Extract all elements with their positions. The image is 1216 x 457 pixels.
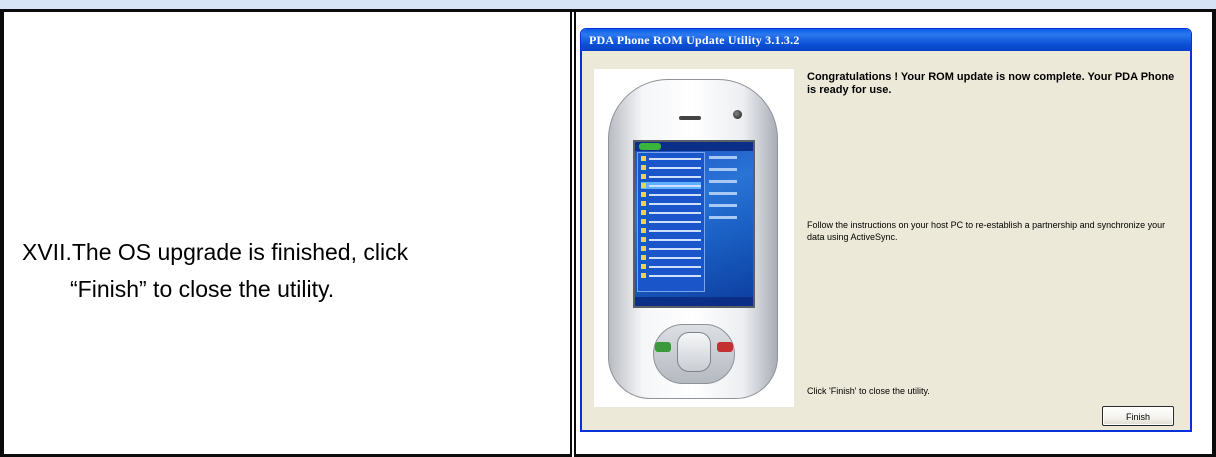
phone-dpad-icon bbox=[677, 332, 711, 372]
screen-topbar bbox=[635, 142, 753, 151]
call-key-icon bbox=[655, 342, 671, 352]
cell-divider bbox=[570, 12, 576, 457]
finish-hint: Click 'Finish' to close the utility. bbox=[807, 386, 930, 396]
start-menu-graphic bbox=[637, 152, 705, 292]
phone-screen bbox=[633, 140, 755, 308]
window-title: PDA Phone ROM Update Utility 3.1.3.2 bbox=[581, 29, 1191, 51]
activesync-instructions: Follow the instructions on your host PC … bbox=[807, 220, 1166, 242]
screen-softkey-bar bbox=[635, 297, 753, 306]
header-band bbox=[0, 0, 1216, 12]
rom-update-window: PDA Phone ROM Update Utility 3.1.3.2 Con… bbox=[580, 28, 1192, 432]
window-body: Congratulations ! Your ROM update is now… bbox=[581, 51, 1191, 431]
step-instruction-line1: XVII.The OS upgrade is finished, click bbox=[22, 239, 409, 265]
end-key-icon bbox=[717, 342, 733, 352]
today-items-graphic bbox=[709, 156, 749, 256]
finish-button[interactable]: Finish bbox=[1102, 406, 1174, 426]
phone-speaker bbox=[679, 116, 701, 120]
start-icon bbox=[639, 143, 661, 150]
phone-body bbox=[608, 79, 778, 399]
step-instruction: XVII.The OS upgrade is finished, click “… bbox=[22, 234, 562, 308]
step-instruction-line2: “Finish” to close the utility. bbox=[70, 276, 335, 302]
camera-icon bbox=[733, 110, 742, 119]
completion-message: Congratulations ! Your ROM update is now… bbox=[807, 71, 1175, 96]
pda-phone-image bbox=[594, 69, 794, 407]
